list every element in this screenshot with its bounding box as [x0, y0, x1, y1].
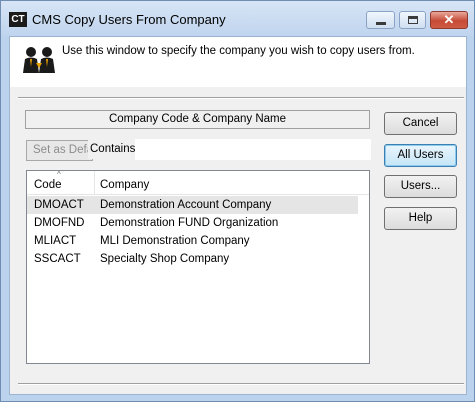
list-header: ^ Code Company — [27, 170, 369, 195]
list-row[interactable]: SSCACT Specialty Shop Company — [27, 250, 358, 268]
close-icon: ✕ — [443, 12, 455, 27]
match-mode-selector[interactable]: Contains — [88, 139, 135, 159]
minimize-icon — [376, 22, 386, 25]
company-list[interactable]: ^ Code Company DMOACT Demonstration Acco… — [26, 170, 370, 364]
column-header-company[interactable]: Company — [100, 179, 149, 191]
row-company-name: Demonstration FUND Organization — [100, 217, 279, 229]
row-code: DMOFND — [34, 217, 85, 229]
row-company-name: Specialty Shop Company — [100, 253, 230, 265]
maximize-button[interactable] — [399, 11, 426, 29]
app-icon: CT — [9, 12, 27, 27]
help-button[interactable]: Help — [384, 207, 457, 230]
row-company-name: MLI Demonstration Company — [100, 235, 250, 247]
copy-users-window: CT CMS Copy Users From Company ✕ Use thi… — [0, 0, 475, 402]
minimize-button[interactable] — [366, 11, 395, 29]
filter-input[interactable] — [135, 139, 371, 160]
dialog-body: Use this window to specify the company y… — [9, 36, 467, 395]
header-band: Use this window to specify the company y… — [10, 37, 466, 87]
users-button[interactable]: Users... — [384, 175, 457, 198]
field-selector[interactable]: Company Code & Company Name — [25, 110, 370, 129]
window-title: CMS Copy Users From Company — [32, 12, 226, 27]
list-row[interactable]: DMOFND Demonstration FUND Organization — [27, 214, 358, 232]
cancel-button[interactable]: Cancel — [384, 112, 457, 135]
list-row[interactable]: DMOACT Demonstration Account Company — [27, 196, 358, 214]
close-button[interactable]: ✕ — [430, 11, 468, 29]
sort-ascending-icon: ^ — [57, 170, 61, 179]
separator-bottom — [18, 383, 464, 385]
column-header-code[interactable]: Code — [34, 179, 62, 191]
users-icon — [23, 47, 55, 73]
row-code: MLIACT — [34, 235, 77, 247]
separator-top — [18, 97, 464, 99]
title-bar[interactable]: CT CMS Copy Users From Company ✕ — [1, 1, 474, 36]
row-company-name: Demonstration Account Company — [100, 199, 272, 211]
all-users-button[interactable]: All Users — [384, 144, 457, 167]
row-code: DMOACT — [34, 199, 84, 211]
column-divider[interactable] — [94, 171, 95, 195]
list-row[interactable]: MLIACT MLI Demonstration Company — [27, 232, 358, 250]
instructions-text: Use this window to specify the company y… — [62, 45, 415, 57]
row-code: SSCACT — [34, 253, 81, 265]
set-as-default-button[interactable]: Set as Default — [26, 140, 93, 161]
maximize-icon — [408, 16, 418, 24]
